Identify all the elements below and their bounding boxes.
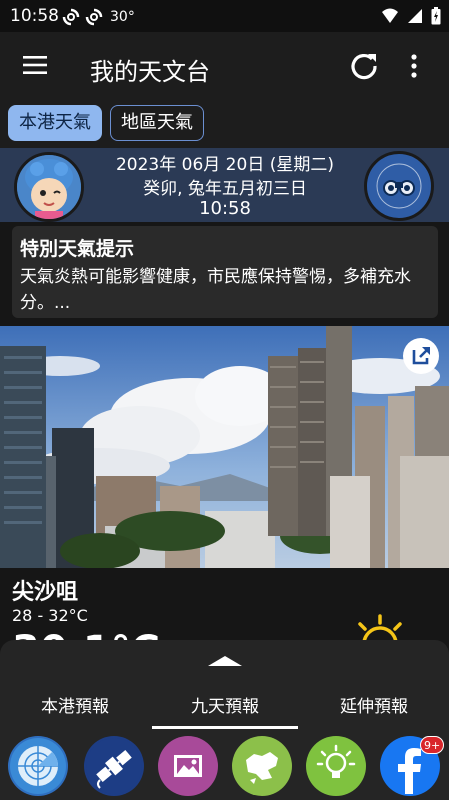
tab-regional-weather[interactable]: 地區天氣	[110, 105, 204, 141]
battery-icon	[431, 7, 441, 25]
status-right-icons	[381, 7, 441, 25]
app-shortcuts-row	[0, 734, 449, 800]
expand-up-icon[interactable]	[206, 654, 244, 668]
tips-button[interactable]	[306, 736, 366, 796]
date-bar: 2023年 06月 20日 (星期二) 癸卯, 兔年五月初三日 10:58	[0, 148, 449, 222]
tips-bulb-icon	[308, 738, 364, 794]
signal-icon	[408, 9, 422, 23]
mascot-avatar[interactable]	[14, 152, 84, 222]
app-title: 我的天文台	[90, 58, 210, 86]
refresh-icon[interactable]	[348, 50, 380, 82]
menu-icon[interactable]	[22, 54, 48, 76]
gallery-icon	[160, 738, 216, 794]
tab-local-weather[interactable]: 本港天氣	[8, 105, 102, 141]
weather-photo[interactable]	[0, 326, 449, 568]
app-bar: 我的天文台	[0, 32, 449, 100]
open-external-button[interactable]	[403, 338, 439, 374]
satellite-icon	[86, 738, 142, 794]
typhoon-icon	[85, 8, 103, 26]
tab-nine-day-forecast[interactable]: 九天預報	[150, 692, 300, 717]
warning-text: 天氣炎熱可能影響健康，市民應保持警惕，多補充水分。...	[20, 267, 411, 313]
my-weather-observation-badge[interactable]	[364, 151, 434, 221]
current-time: 10:58	[199, 198, 251, 219]
satellite-button[interactable]	[84, 736, 144, 796]
warning-title: 特別天氣提示	[20, 238, 135, 260]
more-vert-icon[interactable]	[408, 52, 420, 80]
wifi-icon	[382, 8, 398, 23]
hk-map-icon	[234, 738, 290, 794]
lunar-date: 癸卯, 兔年五月初三日	[143, 179, 307, 199]
binoculars-icon	[369, 156, 429, 216]
hk-map-button[interactable]	[232, 736, 292, 796]
temperature-range: 28 - 32°C	[12, 606, 88, 625]
status-left-icons: 30°	[62, 8, 135, 26]
mascot-icon	[17, 155, 81, 219]
city-skyline-image	[0, 326, 449, 568]
special-weather-tips-card[interactable]: 特別天氣提示 天氣炎熱可能影響健康，市民應保持警惕，多補充水分。...	[12, 226, 438, 318]
tab-extended-outlook[interactable]: 延伸預報	[299, 692, 449, 717]
status-temperature: 30°	[110, 9, 135, 25]
gallery-button[interactable]	[158, 736, 218, 796]
typhoon-icon	[62, 8, 80, 26]
radar-button[interactable]	[8, 736, 68, 796]
location-name: 尖沙咀	[12, 580, 79, 605]
gregorian-date: 2023年 06月 20日 (星期二)	[115, 155, 334, 175]
status-bar: 10:58 30°	[0, 0, 449, 32]
tab-local-forecast[interactable]: 本港預報	[0, 692, 150, 717]
notification-badge: 9+	[420, 736, 445, 754]
weather-tabs: 本港天氣 地區天氣	[0, 100, 449, 148]
status-time: 10:58	[10, 6, 59, 26]
active-tab-indicator	[152, 726, 298, 729]
radar-icon	[10, 738, 66, 794]
open-external-icon	[412, 347, 430, 365]
